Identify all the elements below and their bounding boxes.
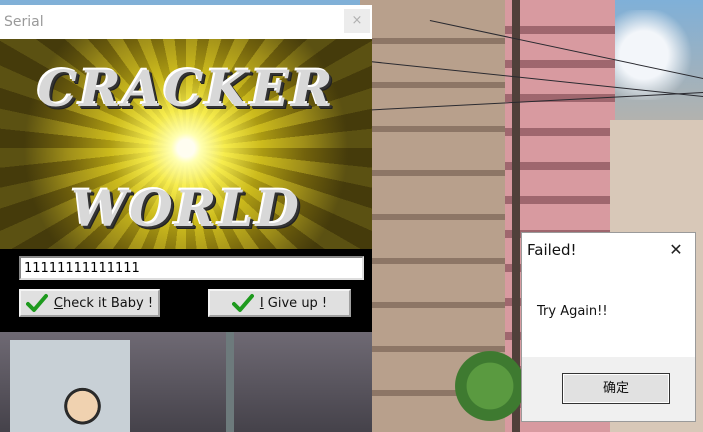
ok-button[interactable]: 确定	[562, 373, 670, 404]
serial-input[interactable]	[19, 256, 364, 280]
dialog-footer: 确定	[522, 357, 695, 421]
green-checkmark-icon	[25, 294, 48, 312]
poster-face	[55, 385, 110, 432]
close-icon: ×	[351, 13, 363, 28]
tree	[455, 340, 525, 432]
green-checkmark-icon	[231, 294, 254, 312]
logo-line-1: CRACKER	[37, 59, 335, 118]
check-it-baby-button[interactable]: Check it Baby !	[19, 289, 160, 317]
check-button-label: Check it Baby !	[53, 295, 154, 311]
serial-titlebar[interactable]: Serial ×	[0, 5, 372, 39]
dialog-title: Failed!	[527, 241, 577, 259]
close-icon: ✕	[669, 240, 683, 259]
street-pole	[226, 320, 234, 432]
give-up-button[interactable]: I Give up !	[208, 289, 351, 317]
cracker-world-banner: CRACKER WORLD	[0, 39, 372, 249]
serial-window: Serial × CRACKER WORLD Check it Baby ! I…	[0, 5, 372, 332]
window-title: Serial	[4, 14, 44, 30]
dialog-message: Try Again!!	[537, 304, 608, 319]
close-button[interactable]: ×	[344, 9, 370, 33]
failed-dialog: Failed! ✕ Try Again!! 确定	[521, 232, 696, 422]
logo-line-2: WORLD	[71, 179, 301, 238]
dialog-close-button[interactable]: ✕	[665, 239, 687, 261]
give-up-button-label: I Give up !	[259, 295, 328, 311]
